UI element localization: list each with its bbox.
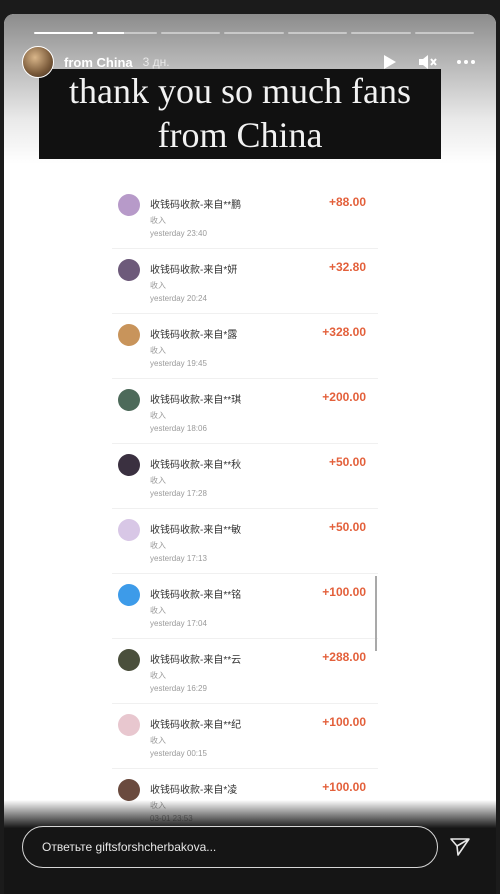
transaction-title: 收钱码收款-来自**铭 [150,590,242,601]
progress-segment [351,32,411,34]
transaction-title: 收钱码收款-来自**琪 [150,395,242,406]
transaction-amount: +88.00 [328,195,366,209]
avatar[interactable] [22,46,54,78]
transaction-amount: +100.00 [322,715,366,729]
payer-avatar [118,714,140,736]
transaction-amount: +288.00 [322,650,366,664]
send-icon[interactable] [449,836,471,858]
progress-segment [97,32,157,34]
post-age: 3 дн. [142,55,170,69]
more-icon[interactable] [456,52,476,72]
transaction-time: yesterday 17:28 [150,489,207,498]
payer-avatar [118,259,140,281]
payer-avatar [118,779,140,801]
transaction-amount: +100.00 [322,780,366,794]
transaction-row[interactable]: 收钱码收款-来自*妍 收入 yesterday 20:24 +32.80 [112,249,378,314]
payer-avatar [118,584,140,606]
transaction-time: yesterday 23:40 [150,229,207,238]
transaction-title: 收钱码收款-来自**秋 [150,460,242,471]
transaction-type: 收入 [150,671,166,680]
story-frame[interactable]: thank you so much fans from China 收钱码收款-… [4,14,496,894]
transaction-amount: +200.00 [322,390,366,404]
transaction-row[interactable]: 收钱码收款-来自**敏 收入 yesterday 17:13 +50.00 [112,509,378,574]
transaction-type: 收入 [150,736,166,745]
transaction-time: yesterday 19:45 [150,359,207,368]
play-icon[interactable] [380,52,400,72]
transaction-time: yesterday 18:06 [150,424,207,433]
transaction-amount: +50.00 [328,520,366,534]
story-header: from China 3 дн. [22,46,476,78]
mute-icon[interactable] [418,52,438,72]
transaction-type: 收入 [150,281,166,290]
story-text-banner: thank you so much fans from China [39,69,441,159]
progress-segment [224,32,284,34]
transaction-type: 收入 [150,606,166,615]
payer-avatar [118,649,140,671]
progress-segment [34,32,94,34]
transaction-amount: +100.00 [322,585,366,599]
transaction-type: 收入 [150,346,166,355]
progress-segment [414,32,474,34]
username[interactable]: from China [64,55,133,70]
transaction-type: 收入 [150,411,166,420]
payer-avatar [118,454,140,476]
banner-line-2: from China [157,115,323,155]
transaction-title: 收钱码收款-来自*妍 [150,265,238,276]
transaction-amount: +32.80 [328,260,366,274]
transaction-type: 收入 [150,541,166,550]
transaction-row[interactable]: 收钱码收款-来自**秋 收入 yesterday 17:28 +50.00 [112,444,378,509]
transaction-list[interactable]: 收钱码收款-来自**鹏 收入 yesterday 23:40 +88.00 收钱码收款-… [112,184,378,834]
transaction-row[interactable]: 收钱码收款-来自**琪 收入 yesterday 18:06 +200.00 [112,379,378,444]
transaction-row[interactable]: 收钱码收款-来自**纪 收入 yesterday 00:15 +100.00 [112,704,378,769]
transaction-title: 收钱码收款-来自**云 [150,655,242,666]
payer-avatar [118,194,140,216]
transaction-time: yesterday 20:24 [150,294,207,303]
story-progress [34,32,474,34]
transaction-title: 收钱码收款-来自**敏 [150,525,242,536]
transaction-title: 收钱码收款-来自*露 [150,330,238,341]
scrollbar[interactable] [375,576,377,651]
progress-segment [287,32,348,34]
transaction-row[interactable]: 收钱码收款-来自*露 收入 yesterday 19:45 +328.00 [112,314,378,379]
transaction-type: 收入 [150,476,166,485]
reply-input[interactable]: Ответьте giftsforshcherbakova... [22,826,438,868]
reply-placeholder: Ответьте giftsforshcherbakova... [42,840,217,854]
transaction-title: 收钱码收款-来自**鹏 [150,200,242,211]
progress-segment [160,32,221,34]
transaction-title: 收钱码收款-来自*凌 [150,785,238,796]
transaction-type: 收入 [150,216,166,225]
transaction-title: 收钱码收款-来自**纪 [150,720,242,731]
transaction-time: yesterday 17:13 [150,554,207,563]
transaction-time: yesterday 17:04 [150,619,207,628]
payer-avatar [118,519,140,541]
transaction-time: yesterday 16:29 [150,684,207,693]
transaction-row[interactable]: 收钱码收款-来自**铭 收入 yesterday 17:04 +100.00 [112,574,378,639]
payer-avatar [118,324,140,346]
transaction-amount: +328.00 [322,325,366,339]
transaction-time: yesterday 00:15 [150,749,207,758]
transaction-row[interactable]: 收钱码收款-来自**鹏 收入 yesterday 23:40 +88.00 [112,184,378,249]
transaction-amount: +50.00 [328,455,366,469]
transaction-row[interactable]: 收钱码收款-来自**云 收入 yesterday 16:29 +288.00 [112,639,378,704]
payer-avatar [118,389,140,411]
